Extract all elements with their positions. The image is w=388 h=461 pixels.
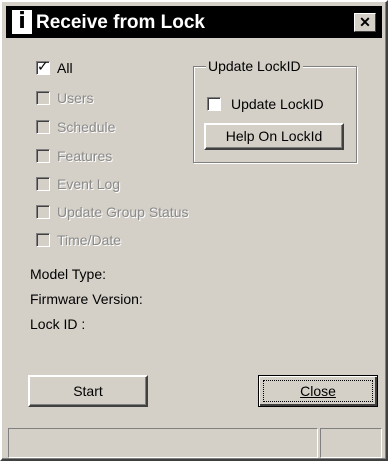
checkbox-event-log-label: Event Log [57,176,121,192]
checkbox-time-date-label: Time/Date [57,232,122,248]
checkbox-features-box[interactable] [36,149,50,163]
checkbox-update-lockid-label: Update LockID [231,96,324,112]
checkbox-features-label: Features [57,148,113,164]
checkbox-all-label: All [57,60,73,76]
checkbox-schedule-label: Schedule [57,119,116,135]
close-button-label: Close [300,383,336,399]
close-icon: ✕ [359,14,371,30]
model-type-label: Model Type: [30,266,107,282]
checkbox-time-date-box[interactable] [36,233,50,247]
lock-app-icon: i [12,10,32,34]
checkbox-update-lockid-box[interactable] [207,97,221,111]
close-window-button[interactable]: ✕ [354,13,376,32]
status-bar-pane-main [8,428,318,458]
help-on-lockid-button[interactable]: Help On LockId [204,123,344,150]
checkbox-event-log-box[interactable] [36,177,50,191]
checkmark-icon: ✓ [37,59,49,75]
title-bar[interactable]: i Receive from Lock ✕ [6,6,382,38]
checkbox-update-group-status-box[interactable] [36,205,50,219]
checkbox-users-label: Users [57,90,94,106]
status-bar-pane-secondary [320,428,382,458]
firmware-version-label: Firmware Version: [30,291,143,307]
checkbox-all-box[interactable]: ✓ [36,59,50,75]
close-button[interactable]: Close [258,375,378,407]
update-lockid-group-title: Update LockID [206,58,303,74]
checkbox-schedule-box[interactable] [36,120,50,134]
checkbox-update-group-status-label: Update Group Status [57,204,189,220]
window-title: Receive from Lock [36,12,205,33]
start-button[interactable]: Start [28,375,148,407]
lock-id-label: Lock ID : [30,316,86,332]
checkbox-users-box[interactable] [36,91,50,105]
receive-from-lock-dialog: i Receive from Lock ✕ ✓ All Users Schedu… [0,0,388,461]
